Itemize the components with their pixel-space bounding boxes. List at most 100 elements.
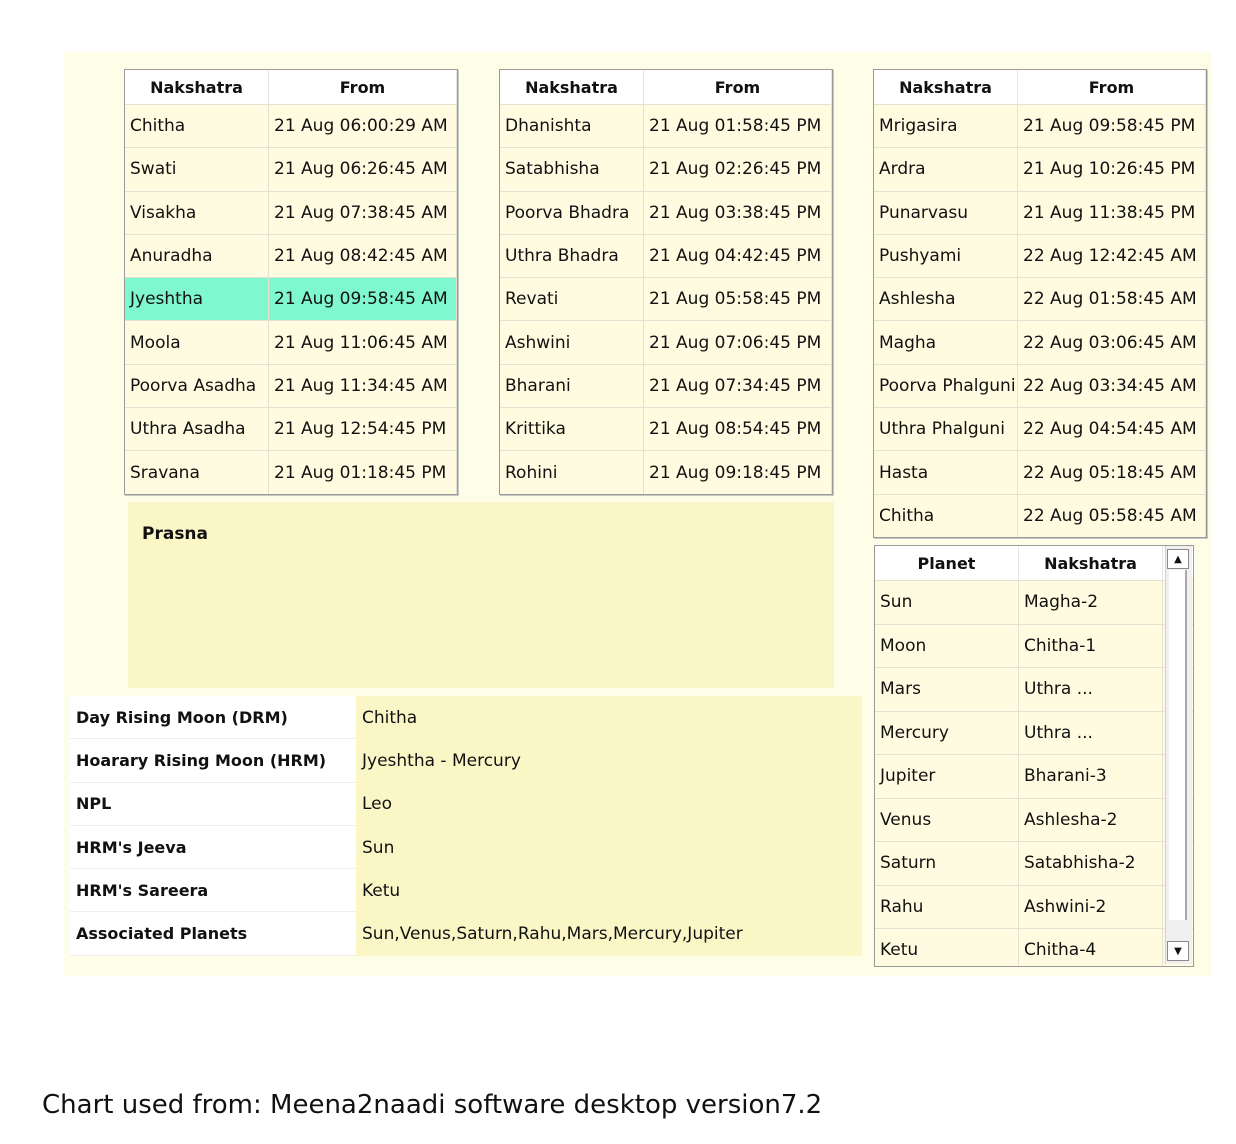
table-row[interactable]: Rahu Ashwini-2 <box>875 884 1193 928</box>
table-row[interactable]: Bharani 21 Aug 07:34:45 PM <box>500 363 832 408</box>
table-row[interactable]: Hasta 22 Aug 05:18:45 AM <box>874 450 1206 494</box>
table-row[interactable]: Swati 21 Aug 06:26:45 AM <box>125 147 457 191</box>
nakshatra-table-1: Nakshatra From Chitha 21 Aug 06:00:29 AM … <box>124 69 458 495</box>
table-row[interactable]: Uthra Asadha 21 Aug 12:54:45 PM <box>125 407 457 451</box>
table-row[interactable]: Venus Ashlesha-2 <box>875 797 1193 841</box>
table-row[interactable]: Sravana 21 Aug 01:18:45 PM <box>125 450 457 494</box>
info-value[interactable]: Ketu <box>356 869 862 913</box>
column-header-nakshatra[interactable]: Nakshatra <box>1019 546 1163 580</box>
table-row[interactable]: Dhanishta 21 Aug 01:58:45 PM <box>500 104 832 148</box>
table-row[interactable]: Uthra Bhadra 21 Aug 04:42:45 PM <box>500 233 832 278</box>
info-label: NPL <box>70 782 356 826</box>
from-cell: 21 Aug 06:26:45 AM <box>269 148 457 191</box>
table-row[interactable]: Mercury Uthra ... <box>875 710 1193 754</box>
info-label: HRM's Sareera <box>70 869 356 913</box>
info-row: Hoarary Rising Moon (HRM) Jyeshtha - Merc… <box>70 739 862 783</box>
table-row[interactable]: Mars Uthra ... <box>875 667 1193 711</box>
from-cell: 22 Aug 04:54:45 AM <box>1018 408 1206 451</box>
table-row[interactable]: Visakha 21 Aug 07:38:45 AM <box>125 190 457 234</box>
from-cell: 21 Aug 09:58:45 PM <box>1018 105 1206 148</box>
from-cell: 21 Aug 08:54:45 PM <box>644 408 832 451</box>
table-row[interactable]: Chitha 22 Aug 05:58:45 AM <box>874 493 1206 537</box>
column-header-from[interactable]: From <box>269 70 457 104</box>
nakshatra-cell: Uthra Asadha <box>125 408 269 451</box>
table-header: Nakshatra From <box>874 70 1206 104</box>
from-cell: 22 Aug 01:58:45 AM <box>1018 278 1206 321</box>
nakshatra-cell: Punarvasu <box>874 191 1018 234</box>
info-value[interactable]: Sun,Venus,Saturn,Rahu,Mars,Mercury,Jupit… <box>356 912 862 956</box>
from-cell: 21 Aug 01:18:45 PM <box>269 451 457 494</box>
table-row[interactable]: Pushyami 22 Aug 12:42:45 AM <box>874 233 1206 278</box>
triangle-down-icon: ▼ <box>1174 945 1182 957</box>
nakshatra-cell: Bharani-3 <box>1019 755 1163 798</box>
table-row[interactable]: Satabhisha 21 Aug 02:26:45 PM <box>500 147 832 191</box>
table-row[interactable]: Uthra Phalguni 22 Aug 04:54:45 AM <box>874 407 1206 451</box>
scroll-up-button[interactable]: ▲ <box>1167 549 1189 569</box>
table-row[interactable]: Magha 22 Aug 03:06:45 AM <box>874 320 1206 364</box>
column-header-nakshatra[interactable]: Nakshatra <box>874 70 1018 104</box>
planet-cell: Ketu <box>875 929 1019 966</box>
table-row[interactable]: Ashlesha 22 Aug 01:58:45 AM <box>874 277 1206 321</box>
planet-table-scrollbar[interactable]: ▲ ▼ <box>1165 546 1192 964</box>
nakshatra-cell: Ashlesha-2 <box>1019 798 1163 841</box>
nakshatra-cell: Ashwini-2 <box>1019 885 1163 928</box>
info-value[interactable]: Chitha <box>356 696 862 740</box>
from-cell: 21 Aug 04:42:45 PM <box>644 234 832 278</box>
nakshatra-cell: Poorva Asadha <box>125 364 269 408</box>
nakshatra-cell: Hasta <box>874 451 1018 494</box>
column-header-planet[interactable]: Planet <box>875 546 1019 580</box>
table-row[interactable]: Ketu Chitha-4 <box>875 928 1193 966</box>
table-row[interactable]: Krittika 21 Aug 08:54:45 PM <box>500 407 832 451</box>
nakshatra-cell: Chitha-1 <box>1019 624 1163 667</box>
table-row[interactable]: Poorva Asadha 21 Aug 11:34:45 AM <box>125 363 457 408</box>
column-header-nakshatra[interactable]: Nakshatra <box>125 70 269 104</box>
info-row: NPL Leo <box>70 782 862 826</box>
column-header-from[interactable]: From <box>644 70 832 104</box>
table-header: Nakshatra From <box>500 70 832 104</box>
triangle-up-icon: ▲ <box>1174 553 1182 565</box>
info-label: Day Rising Moon (DRM) <box>70 696 356 740</box>
planet-cell: Sun <box>875 581 1019 624</box>
table-row[interactable]: Sun Magha-2 <box>875 580 1193 624</box>
scrollbar-thumb[interactable] <box>1169 570 1187 920</box>
table-row[interactable]: Moon Chitha-1 <box>875 623 1193 667</box>
nakshatra-cell: Chitha <box>874 494 1018 537</box>
table-row[interactable]: Ardra 21 Aug 10:26:45 PM <box>874 147 1206 191</box>
column-header-from[interactable]: From <box>1018 70 1206 104</box>
table-row[interactable]: Chitha 21 Aug 06:00:29 AM <box>125 104 457 148</box>
table-row[interactable]: Revati 21 Aug 05:58:45 PM <box>500 277 832 321</box>
column-header-nakshatra[interactable]: Nakshatra <box>500 70 644 104</box>
info-label: Hoarary Rising Moon (HRM) <box>70 739 356 783</box>
scroll-down-button[interactable]: ▼ <box>1167 941 1189 961</box>
table-row[interactable]: Rohini 21 Aug 09:18:45 PM <box>500 450 832 494</box>
info-value[interactable]: Jyeshtha - Mercury <box>356 739 862 783</box>
planet-nakshatra-table: Planet Nakshatra Sun Magha-2 Moon Chitha-1… <box>874 545 1194 967</box>
info-value[interactable]: Sun <box>356 825 862 870</box>
from-cell: 21 Aug 05:58:45 PM <box>644 278 832 321</box>
info-row: HRM's Jeeva Sun <box>70 825 862 870</box>
table-row[interactable]: Moola 21 Aug 11:06:45 AM <box>125 320 457 364</box>
from-cell: 21 Aug 10:26:45 PM <box>1018 148 1206 191</box>
from-cell: 22 Aug 05:18:45 AM <box>1018 451 1206 494</box>
table-row[interactable]: Jupiter Bharani-3 <box>875 754 1193 798</box>
from-cell: 21 Aug 03:38:45 PM <box>644 191 832 234</box>
nakshatra-cell: Uthra ... <box>1019 711 1163 754</box>
table-row[interactable]: Punarvasu 21 Aug 11:38:45 PM <box>874 190 1206 234</box>
table-row-selected[interactable]: Jyeshtha 21 Aug 09:58:45 AM <box>125 277 457 321</box>
nakshatra-cell: Ashlesha <box>874 278 1018 321</box>
table-row[interactable]: Mrigasira 21 Aug 09:58:45 PM <box>874 104 1206 148</box>
from-cell: 21 Aug 07:34:45 PM <box>644 364 832 408</box>
from-cell: 21 Aug 01:58:45 PM <box>644 105 832 148</box>
table-row[interactable]: Poorva Phalguni 22 Aug 03:34:45 AM <box>874 363 1206 408</box>
table-row[interactable]: Ashwini 21 Aug 07:06:45 PM <box>500 320 832 364</box>
nakshatra-cell: Dhanishta <box>500 105 644 148</box>
nakshatra-cell: Satabhisha <box>500 148 644 191</box>
planet-cell: Venus <box>875 798 1019 841</box>
table-row[interactable]: Anuradha 21 Aug 08:42:45 AM <box>125 233 457 278</box>
table-row[interactable]: Poorva Bhadra 21 Aug 03:38:45 PM <box>500 190 832 234</box>
planet-cell: Mercury <box>875 711 1019 754</box>
nakshatra-cell: Moola <box>125 321 269 364</box>
table-row[interactable]: Saturn Satabhisha-2 <box>875 841 1193 885</box>
info-value[interactable]: Leo <box>356 782 862 826</box>
from-cell: 21 Aug 12:54:45 PM <box>269 408 457 451</box>
